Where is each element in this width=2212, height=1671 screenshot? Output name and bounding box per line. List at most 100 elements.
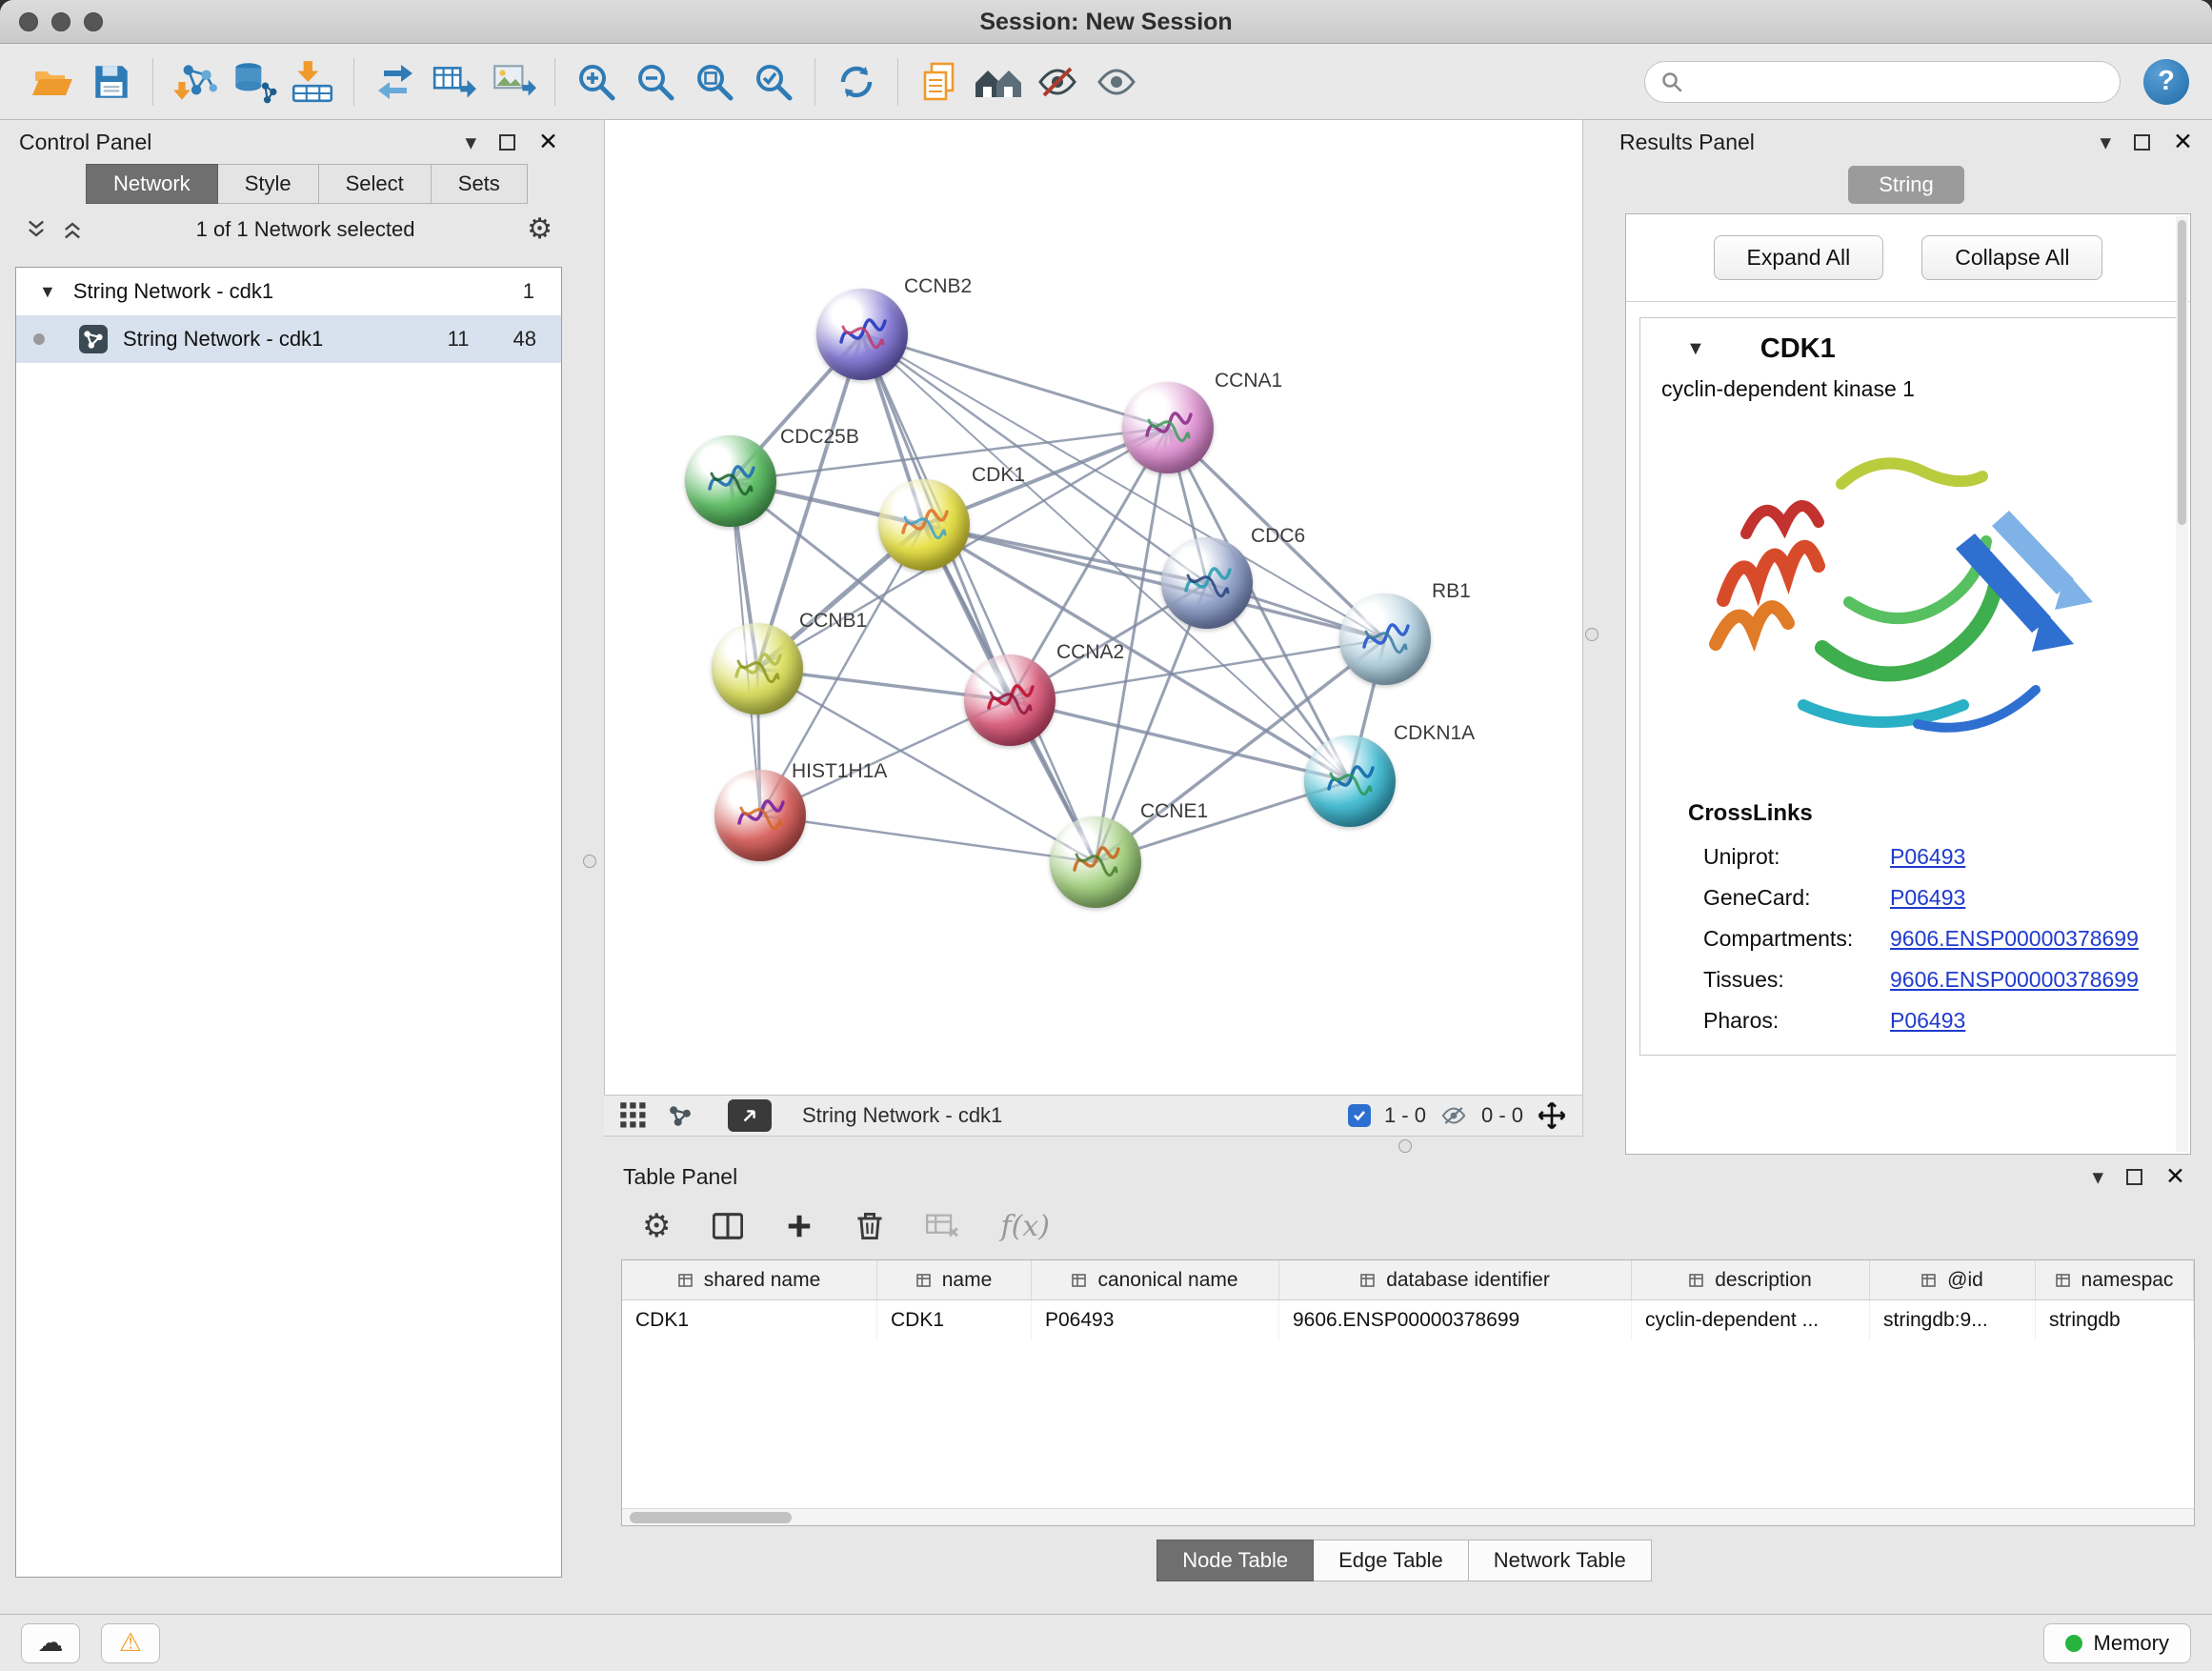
crosslink-link[interactable]: P06493 (1890, 1008, 1965, 1034)
column-header[interactable]: namespac (2036, 1260, 2194, 1299)
table-settings-gear-icon[interactable]: ⚙ (642, 1210, 671, 1242)
panel-close-icon[interactable]: ✕ (2173, 128, 2193, 156)
vertical-scrollbar[interactable] (2176, 216, 2188, 1152)
open-session-button[interactable] (23, 52, 82, 111)
zoom-out-button[interactable] (626, 52, 685, 111)
expand-all-icon[interactable] (61, 218, 84, 241)
crosslink-link[interactable]: 9606.ENSP00000378699 (1890, 926, 2139, 952)
network-edge[interactable] (862, 334, 1096, 862)
column-header[interactable]: @id (1870, 1260, 2036, 1299)
network-node-CDKN1A[interactable] (1304, 735, 1396, 827)
network-node-CDC6[interactable] (1161, 537, 1253, 629)
network-row-selected[interactable]: String Network - cdk1 11 48 (16, 315, 561, 363)
column-header[interactable]: shared name (622, 1260, 877, 1299)
selected-checkbox[interactable] (1348, 1104, 1371, 1127)
panel-close-icon[interactable]: ✕ (2165, 1162, 2185, 1191)
memory-button[interactable]: Memory (2043, 1623, 2191, 1663)
crosslink-link[interactable]: P06493 (1890, 885, 1965, 911)
import-network-file-button[interactable] (165, 52, 224, 111)
scrollbar-thumb[interactable] (630, 1512, 792, 1523)
zoom-selected-button[interactable] (744, 52, 803, 111)
zoom-fit-button[interactable] (685, 52, 744, 111)
right-splitter-handle[interactable] (1585, 628, 1599, 641)
export-image-button[interactable] (484, 52, 543, 111)
column-header[interactable]: name (877, 1260, 1032, 1299)
column-header[interactable]: database identifier (1279, 1260, 1632, 1299)
network-node-CDC25B[interactable] (685, 435, 776, 527)
network-canvas[interactable]: CCNB2CCNA1CDC25BCDK1CDC6RB1CCNB1CCNA2CDK… (604, 120, 1583, 1095)
network-node-CDK1[interactable] (878, 479, 970, 571)
table-cell[interactable]: CDK1 (622, 1300, 877, 1340)
tab-select[interactable]: Select (319, 164, 432, 204)
table-cell[interactable]: P06493 (1032, 1300, 1279, 1340)
export-network-button[interactable] (366, 52, 425, 111)
show-graphics-details-button[interactable] (1087, 52, 1146, 111)
panel-float-icon[interactable] (2126, 1169, 2142, 1185)
network-edge[interactable] (924, 525, 1385, 639)
close-window-button[interactable] (19, 12, 38, 31)
network-collection-row[interactable]: ▼ String Network - cdk1 1 (16, 268, 561, 315)
network-node-CCNE1[interactable] (1050, 816, 1141, 908)
help-button[interactable]: ? (2143, 59, 2189, 105)
collapse-all-icon[interactable] (25, 218, 48, 241)
pan-move-icon[interactable] (1537, 1100, 1567, 1131)
export-table-button[interactable] (425, 52, 484, 111)
panel-collapse-icon[interactable]: ▾ (466, 130, 477, 155)
network-node-CCNA1[interactable] (1122, 382, 1214, 473)
table-cell[interactable]: CDK1 (877, 1300, 1032, 1340)
tab-sets[interactable]: Sets (432, 164, 528, 204)
show-columns-icon[interactable] (713, 1212, 743, 1240)
warnings-button[interactable]: ⚠ (101, 1623, 160, 1663)
search-box[interactable] (1644, 61, 2121, 103)
add-column-icon[interactable] (785, 1212, 814, 1240)
network-edge[interactable] (760, 815, 1096, 862)
tab-style[interactable]: Style (218, 164, 319, 204)
network-node-CCNB1[interactable] (712, 623, 803, 715)
panel-float-icon[interactable] (499, 134, 515, 151)
network-node-CCNB2[interactable] (816, 289, 908, 380)
column-header[interactable]: canonical name (1032, 1260, 1279, 1299)
save-session-button[interactable] (82, 52, 141, 111)
crosslink-link[interactable]: 9606.ENSP00000378699 (1890, 967, 2139, 993)
left-splitter-handle[interactable] (583, 855, 596, 868)
minimize-window-button[interactable] (51, 12, 70, 31)
column-header[interactable]: description (1632, 1260, 1870, 1299)
scrollbar-thumb[interactable] (2178, 220, 2186, 525)
entry-disclosure-icon[interactable]: ▼ (1686, 338, 1705, 360)
tab-edge-table[interactable]: Edge Table (1314, 1540, 1469, 1581)
clone-network-button[interactable] (910, 52, 969, 111)
panel-collapse-icon[interactable]: ▾ (2101, 130, 2112, 155)
table-cell[interactable]: stringdb (2036, 1300, 2194, 1340)
grid-mode-icon[interactable] (619, 1101, 648, 1130)
hide-graphics-details-button[interactable] (1028, 52, 1087, 111)
network-node-RB1[interactable] (1339, 594, 1431, 685)
crosslink-link[interactable]: P06493 (1890, 844, 1965, 870)
panel-float-icon[interactable] (2134, 134, 2150, 151)
network-node-CCNA2[interactable] (964, 654, 1056, 746)
table-cell[interactable]: cyclin-dependent ... (1632, 1300, 1870, 1340)
zoom-window-button[interactable] (84, 12, 103, 31)
network-edge[interactable] (862, 334, 1168, 428)
delete-column-icon[interactable] (855, 1211, 884, 1241)
gear-icon[interactable]: ⚙ (527, 215, 553, 244)
tab-network-table[interactable]: Network Table (1469, 1540, 1652, 1581)
export-view-button[interactable] (728, 1099, 772, 1132)
expand-all-button[interactable]: Expand All (1714, 235, 1884, 280)
import-table-button[interactable] (283, 52, 342, 111)
import-network-database-button[interactable] (224, 52, 283, 111)
search-input[interactable] (1693, 70, 2104, 94)
function-builder-icon[interactable]: f(x) (1000, 1210, 1049, 1243)
panel-collapse-icon[interactable]: ▾ (2093, 1164, 2104, 1190)
table-cell[interactable]: stringdb:9... (1870, 1300, 2036, 1340)
tab-string[interactable]: String (1848, 166, 1963, 204)
table-row[interactable]: CDK1 CDK1 P06493 9606.ENSP00000378699 cy… (622, 1300, 2194, 1340)
collapse-all-button[interactable]: Collapse All (1921, 235, 2102, 280)
refresh-layout-button[interactable] (827, 52, 886, 111)
birdseye-view-icon[interactable] (665, 1100, 695, 1131)
show-all-networks-button[interactable] (969, 52, 1028, 111)
zoom-in-button[interactable] (567, 52, 626, 111)
tab-network[interactable]: Network (86, 164, 218, 204)
cloud-status-button[interactable]: ☁ (21, 1623, 80, 1663)
disclosure-triangle-icon[interactable]: ▼ (39, 282, 56, 302)
table-cell[interactable]: 9606.ENSP00000378699 (1279, 1300, 1632, 1340)
